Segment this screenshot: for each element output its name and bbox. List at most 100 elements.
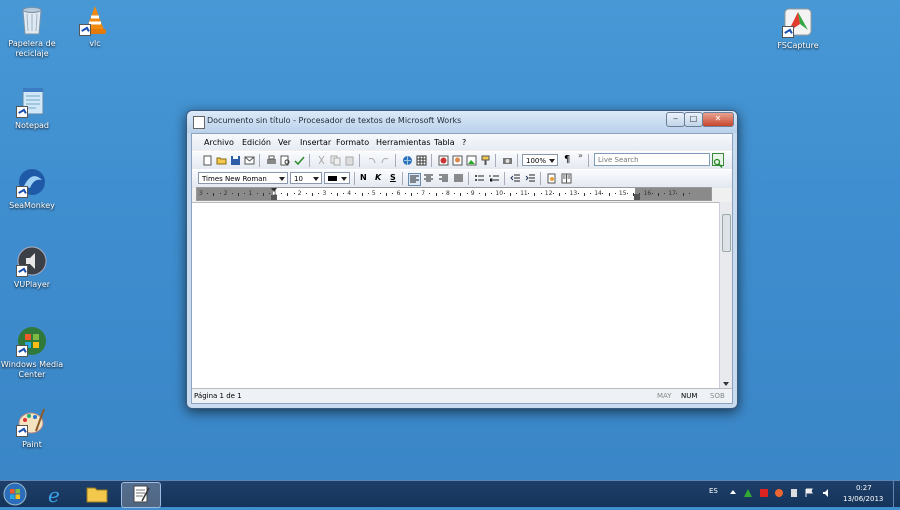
bullet-list-icon[interactable] (474, 173, 485, 184)
font-select[interactable]: Times New Roman (198, 172, 288, 184)
paste-icon[interactable] (344, 155, 355, 166)
tray-icon-antivirus[interactable] (759, 488, 769, 498)
network-icon[interactable] (808, 488, 818, 498)
save-icon[interactable] (230, 155, 241, 166)
align-center-icon[interactable] (423, 173, 434, 184)
align-right-icon[interactable] (438, 173, 449, 184)
taskbar-works[interactable] (121, 482, 161, 508)
print-preview-icon[interactable] (280, 155, 291, 166)
scroll-thumb[interactable] (722, 214, 731, 252)
desktop-icon-recycle-bin[interactable]: Papelera de reciclaje (0, 4, 64, 59)
taskbar-explorer[interactable] (82, 482, 120, 506)
tray-icon-device[interactable] (789, 488, 799, 498)
first-line-indent-marker[interactable] (271, 188, 277, 192)
title-bar[interactable]: Documento sin título - Procesador de tex… (187, 111, 737, 133)
email-icon[interactable] (244, 155, 255, 166)
copy-icon[interactable] (330, 155, 341, 166)
ruler-number: 12 (544, 190, 553, 197)
shortcut-arrow-icon (16, 345, 28, 357)
internet-explorer-icon: e (48, 483, 60, 507)
scroll-down-icon[interactable] (723, 382, 729, 386)
align-left-icon[interactable] (408, 173, 421, 186)
new-document-icon[interactable] (202, 155, 213, 166)
show-hidden-icons[interactable] (730, 490, 736, 494)
table-icon[interactable] (416, 155, 427, 166)
menu-tabla[interactable]: Tabla (434, 138, 455, 147)
left-indent-marker[interactable] (271, 195, 277, 200)
toolbar-separator (517, 154, 518, 167)
desktop-icon-paint[interactable]: Paint (0, 405, 64, 450)
desktop-icon-label: FSCapture (777, 41, 819, 50)
redo-icon[interactable] (380, 155, 391, 166)
start-button[interactable] (2, 482, 40, 506)
font-color-select[interactable] (324, 172, 350, 184)
close-button[interactable]: ✕ (702, 112, 734, 127)
shortcut-arrow-icon (782, 26, 794, 38)
desktop-icon-vuplayer[interactable]: VUPlayer (0, 245, 64, 290)
camera-icon[interactable] (502, 155, 513, 166)
live-search-input[interactable] (594, 153, 710, 166)
vertical-scrollbar[interactable] (719, 202, 732, 389)
menu-edicion[interactable]: Edición (242, 138, 271, 147)
ruler-number: 17 (668, 190, 676, 197)
italic-button[interactable]: K (375, 173, 381, 182)
search-button[interactable] (712, 153, 724, 168)
tray-icon-warning[interactable] (743, 488, 753, 498)
right-indent-marker[interactable] (634, 194, 640, 200)
menu-formato[interactable]: Formato (336, 138, 369, 147)
desktop-icon-label: Papelera de (8, 39, 56, 48)
hyperlink-icon[interactable] (402, 155, 413, 166)
ruler-tick (460, 193, 462, 196)
increase-indent-icon[interactable] (525, 173, 536, 184)
open-folder-icon[interactable] (216, 155, 227, 166)
ruler[interactable]: 3 2 1 1 2 3 4 5 6 7 8 9 10 11 12 13 14 15 16 17 (196, 187, 712, 201)
format-painter-icon[interactable] (480, 155, 491, 166)
minimize-button[interactable]: ‒ (666, 112, 685, 127)
desktop-icon-fscapture[interactable]: FSCapture (766, 6, 830, 51)
zoom-select[interactable]: 100% (522, 154, 558, 166)
menu-ver[interactable]: Ver (278, 138, 291, 147)
desktop-icon-media-center[interactable]: Windows Media Center (0, 325, 64, 380)
insert-chart-icon[interactable] (438, 155, 449, 166)
ruler-tick (590, 193, 592, 194)
clock-date[interactable]: 13/06/2013 (843, 495, 883, 503)
bold-button[interactable]: N (360, 173, 367, 182)
menu-archivo[interactable]: Archivo (204, 138, 234, 147)
show-formatting-button[interactable]: ¶ (564, 154, 570, 165)
document-area[interactable] (192, 202, 720, 389)
undo-icon[interactable] (366, 155, 377, 166)
shortcut-arrow-icon (16, 186, 28, 198)
menu-herramientas[interactable]: Herramientas (376, 138, 431, 147)
show-desktop-button[interactable] (893, 481, 900, 507)
cut-icon[interactable] (316, 155, 327, 166)
spellcheck-icon[interactable] (294, 155, 305, 166)
font-size-select[interactable]: 10 (290, 172, 322, 184)
page-setup-icon[interactable] (546, 173, 557, 184)
columns-icon[interactable] (561, 173, 572, 184)
maximize-button[interactable]: □ (684, 112, 703, 127)
desktop-icon-label: SeaMonkey (9, 201, 55, 210)
ruler-tick (244, 193, 246, 194)
decrease-indent-icon[interactable] (510, 173, 521, 184)
toolbar-overflow-button[interactable]: » (578, 151, 583, 160)
ruler-tick (583, 193, 585, 196)
ruler-number: 6 (396, 190, 401, 197)
menu-help[interactable]: ? (462, 138, 466, 147)
print-icon[interactable] (266, 155, 277, 166)
desktop-icon-notepad[interactable]: Notepad (0, 86, 64, 131)
menu-insertar[interactable]: Insertar (300, 138, 331, 147)
clock-time[interactable]: 0:27 (856, 484, 872, 492)
justify-icon[interactable] (453, 173, 464, 184)
language-indicator[interactable]: ES (709, 487, 718, 495)
desktop-icon-vlc[interactable]: vlc (63, 4, 127, 49)
insert-picture-icon[interactable] (466, 155, 477, 166)
strike-button[interactable]: S (390, 173, 396, 182)
desktop-icon-label: Center (18, 370, 46, 379)
tray-icon-app[interactable] (774, 488, 784, 498)
volume-icon[interactable] (822, 488, 832, 498)
insert-clipart-icon[interactable] (452, 155, 463, 166)
desktop-icon-seamonkey[interactable]: SeaMonkey (0, 166, 64, 211)
ruler-tick (429, 193, 431, 194)
numbered-list-icon[interactable] (489, 173, 500, 184)
taskbar-ie[interactable]: e (42, 482, 80, 507)
